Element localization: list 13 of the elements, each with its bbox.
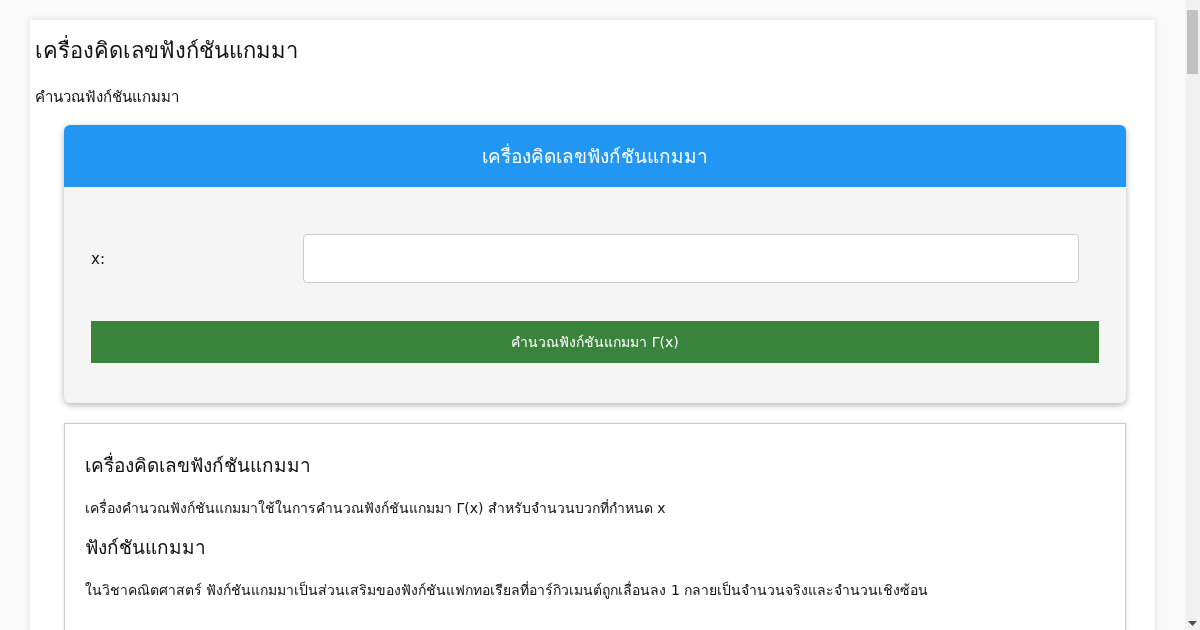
paragraph: ในวิชาคณิตศาสตร์ ฟังก์ชันแกมมาเป็นส่วนเสริมของฟังก์ชันแฟกทอเรียลที่อาร์กิวเมนต์ถูกเลื่อนลง 1 กลายเป็นจำนวนจริงและจำนวนเชิงซ้อน bbox=[85, 580, 930, 600]
calculator-header: เครื่องคิดเลขฟังก์ชันแกมมา bbox=[64, 125, 1126, 187]
section-heading: เครื่องคิดเลขฟังก์ชันแกมมา bbox=[85, 452, 312, 478]
section-heading: ฟังก์ชันแกมมา bbox=[85, 535, 207, 560]
input-field[interactable] bbox=[303, 234, 1079, 283]
calculate-button[interactable]: คำนวณฟังก์ชันแกมมา Γ(x) bbox=[91, 321, 1099, 363]
scroll-down-icon[interactable] bbox=[1188, 621, 1197, 626]
page-title: เครื่องคิดเลขฟังก์ชันแกมมา bbox=[35, 36, 1150, 66]
subtitle: คำนวณฟังก์ชันแกมมา bbox=[35, 87, 180, 107]
paragraph: เครื่องคำนวณฟังก์ชันแกมมาใช้ในการคำนวณฟังก์ชันแกมมา Γ(x) สำหรับจำนวนบวกที่กำหนด x bbox=[85, 498, 667, 518]
scrollbar-thumb[interactable] bbox=[1187, 10, 1198, 74]
scrollbar[interactable] bbox=[1185, 0, 1200, 630]
field-label: x: bbox=[91, 249, 106, 268]
